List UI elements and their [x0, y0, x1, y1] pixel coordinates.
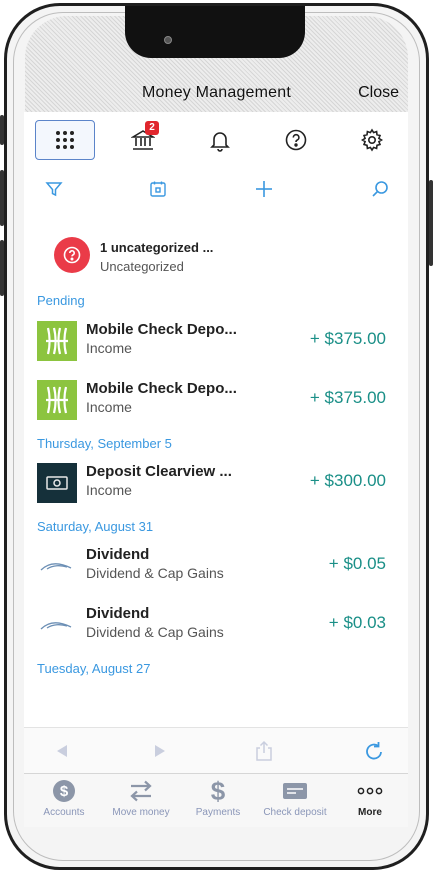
reload-button[interactable] [360, 738, 388, 764]
tab-label: Accounts [43, 807, 85, 818]
settings-button[interactable] [342, 120, 402, 160]
transaction-title: Dividend [86, 605, 150, 622]
tab-label: Payments [195, 807, 241, 818]
transaction-row[interactable]: Mobile Check Depo... Income + $375.00 [24, 315, 408, 371]
check-card-icon [283, 783, 307, 799]
top-toolbar: 2 [24, 112, 408, 165]
app-screen: 2 1 uncategorized ... Uncategorized Pend… [24, 112, 408, 827]
tab-accounts[interactable]: $ Accounts [24, 778, 104, 828]
silent-switch [0, 115, 4, 145]
volume-up-button [0, 170, 4, 226]
cash-logo-icon [37, 463, 77, 503]
swoosh-logo-icon [37, 605, 77, 645]
tab-label: Move money [112, 807, 170, 818]
transaction-row[interactable]: Dividend Dividend & Cap Gains + $0.05 [24, 540, 408, 596]
gear-icon [360, 128, 384, 152]
green-bank-logo-icon [37, 321, 77, 361]
transaction-amount: + $0.03 [328, 613, 386, 632]
reload-icon [366, 742, 382, 760]
alert-icon [54, 237, 90, 273]
transaction-category: Income [86, 482, 132, 498]
date-header: Thursday, September 5 [37, 436, 172, 451]
filter-button[interactable] [40, 176, 68, 202]
help-icon [285, 129, 307, 151]
transaction-category: Dividend & Cap Gains [86, 624, 224, 640]
share-icon [256, 740, 272, 761]
tab-more[interactable]: More [330, 778, 410, 828]
green-bank-logo-icon [37, 380, 77, 420]
transaction-row[interactable]: Deposit Clearview ... Income + $300.00 [24, 457, 408, 513]
transaction-category: Income [86, 399, 132, 415]
transaction-amount: + $375.00 [309, 329, 386, 348]
uncategorized-title: 1 uncategorized ... [100, 240, 214, 255]
forward-arrow-icon [155, 745, 165, 757]
date-header-pending: Pending [37, 293, 85, 308]
notifications-button[interactable] [190, 120, 250, 160]
transaction-category: Dividend & Cap Gains [86, 565, 224, 581]
transaction-title: Mobile Check Depo... [86, 321, 237, 338]
transaction-row[interactable]: Mobile Check Depo... Income + $375.00 [24, 374, 408, 430]
camera-icon [164, 36, 172, 44]
uncategorized-item[interactable]: 1 uncategorized ... Uncategorized [54, 237, 394, 277]
volume-down-button [0, 240, 4, 296]
action-row [24, 172, 408, 206]
filter-icon [45, 182, 63, 197]
back-arrow-icon [57, 745, 67, 757]
calendar-button[interactable] [144, 176, 172, 202]
transaction-title: Dividend [86, 546, 150, 563]
add-button[interactable] [250, 176, 278, 202]
search-button[interactable] [366, 176, 394, 202]
transaction-title: Mobile Check Depo... [86, 380, 237, 397]
swoosh-logo-icon [37, 546, 77, 586]
grid-button[interactable] [35, 120, 95, 160]
power-button [429, 180, 433, 266]
transfer-arrows-icon [130, 780, 152, 802]
bell-icon [210, 132, 230, 152]
tab-label: More [358, 807, 382, 818]
transaction-amount: + $375.00 [309, 388, 386, 407]
transaction-row[interactable]: Dividend Dividend & Cap Gains + $0.03 [24, 599, 408, 655]
phone-notch [125, 6, 305, 58]
tab-check-deposit[interactable]: Check deposit [255, 778, 335, 828]
transaction-title: Deposit Clearview ... [86, 463, 232, 480]
more-dots-icon [357, 787, 383, 795]
tab-payments[interactable]: $ Payments [178, 778, 258, 828]
tab-move-money[interactable]: Move money [101, 778, 181, 828]
svg-text:$: $ [60, 783, 69, 800]
forward-button[interactable] [146, 738, 174, 764]
bottom-tab-bar: $ Accounts Move money $ Payments Check d… [24, 773, 408, 827]
plus-icon [256, 181, 272, 197]
date-header: Saturday, August 31 [37, 519, 154, 534]
grid-icon [56, 131, 74, 149]
dollar-sign-icon: $ [211, 778, 226, 804]
svg-text:$: $ [211, 778, 226, 804]
dollar-circle-icon: $ [53, 780, 75, 802]
transaction-category: Income [86, 340, 132, 356]
close-button[interactable]: Close [358, 84, 399, 102]
tab-label: Check deposit [263, 807, 327, 818]
transaction-amount: + $0.05 [328, 554, 386, 573]
calendar-icon [150, 181, 166, 197]
search-icon [372, 181, 388, 197]
back-button[interactable] [48, 738, 76, 764]
browser-toolbar [24, 727, 408, 773]
accounts-button[interactable]: 2 [113, 120, 173, 160]
transaction-amount: + $300.00 [309, 471, 386, 490]
uncategorized-subtitle: Uncategorized [100, 259, 184, 274]
share-button[interactable] [250, 738, 278, 764]
transaction-list: 1 uncategorized ... Uncategorized Pendin… [24, 217, 408, 727]
help-button[interactable] [266, 120, 326, 160]
notification-badge: 2 [145, 121, 159, 135]
date-header: Tuesday, August 27 [37, 661, 151, 676]
